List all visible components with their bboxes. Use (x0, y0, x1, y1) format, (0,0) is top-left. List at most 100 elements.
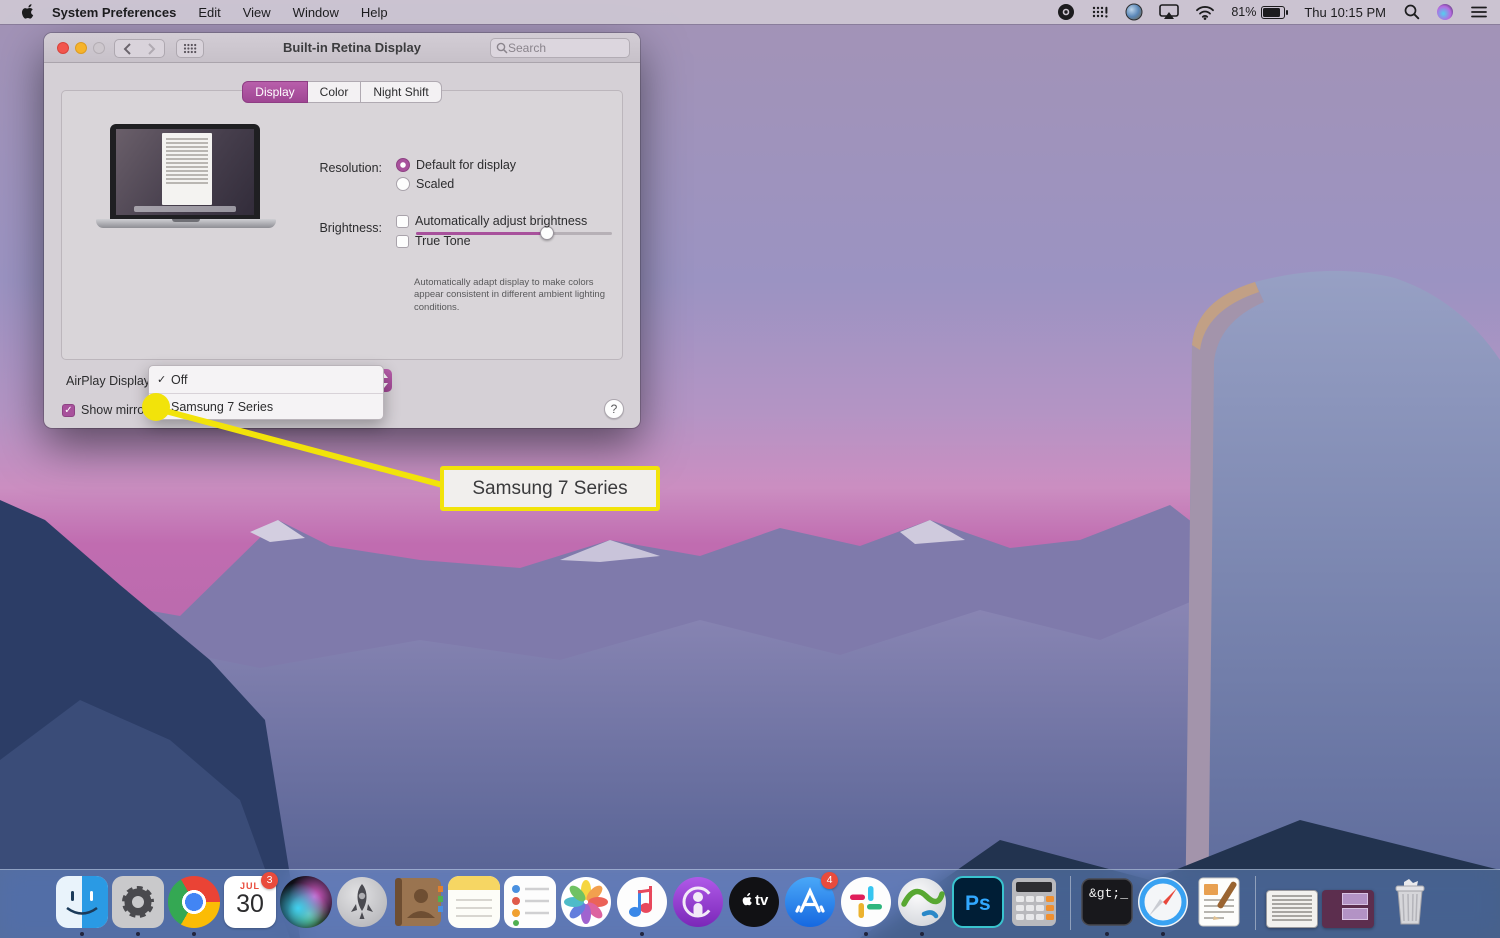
dock-calendar[interactable]: JUL 30 3 (224, 876, 276, 936)
close-button[interactable] (57, 42, 69, 54)
spotlight-icon[interactable] (1404, 4, 1420, 20)
dock-terminal[interactable]: &gt;_ (1081, 876, 1133, 936)
minimize-button[interactable] (75, 42, 87, 54)
dock-app-store[interactable]: 4 (784, 876, 836, 936)
menu-help[interactable]: Help (361, 5, 388, 20)
dock-photoshop[interactable]: Ps (952, 876, 1004, 936)
dock-minimized-document[interactable] (1266, 876, 1318, 936)
running-indicator (80, 932, 84, 936)
dock-apple-tv[interactable]: tv (728, 876, 780, 936)
svg-text:tv: tv (755, 892, 769, 909)
popup-item-off[interactable]: ✓ Off (149, 366, 383, 393)
title-bar[interactable]: Built-in Retina Display (44, 33, 640, 63)
creative-cloud-icon[interactable] (1057, 3, 1075, 21)
forward-button[interactable] (139, 39, 165, 58)
dock-podcasts[interactable] (672, 876, 724, 936)
battery-icon (1261, 6, 1288, 19)
tab-color[interactable]: Color (308, 81, 361, 103)
minimized-window-thumbnail (1322, 890, 1374, 928)
airplay-mirroring-icon[interactable] (1159, 4, 1179, 20)
checkbox-checked-icon[interactable]: ✓ (62, 404, 75, 417)
auto-brightness-checkbox[interactable]: Automatically adjust brightness (396, 214, 587, 228)
backup-dots-icon[interactable] (1091, 4, 1109, 20)
menu-edit[interactable]: Edit (198, 5, 220, 20)
running-indicator (192, 932, 196, 936)
dock-music[interactable] (616, 876, 668, 936)
dock-chrome[interactable] (168, 876, 220, 936)
popup-item-samsung[interactable]: Samsung 7 Series (149, 393, 383, 420)
radio-selected-icon[interactable] (396, 158, 410, 172)
checkmark-icon: ✓ (157, 373, 171, 386)
popup-item-samsung-label: Samsung 7 Series (171, 400, 273, 414)
back-button[interactable] (114, 39, 140, 58)
search-icon (496, 42, 508, 54)
notification-center-icon[interactable] (1470, 5, 1488, 19)
dock-calculator[interactable] (1008, 876, 1060, 936)
app-store-badge: 4 (821, 872, 838, 889)
dock-trash[interactable] (1384, 876, 1436, 936)
svg-text:Ps: Ps (965, 892, 991, 915)
menubar-clock[interactable]: Thu 10:15 PM (1304, 5, 1386, 20)
menubar-app-name[interactable]: System Preferences (52, 5, 176, 20)
dock-photos[interactable] (560, 876, 612, 936)
running-indicator (864, 932, 868, 936)
window-title: Built-in Retina Display (224, 40, 480, 55)
true-tone-label: True Tone (415, 234, 471, 248)
dock-minimized-window[interactable] (1322, 876, 1374, 936)
photos-flower-icon (560, 876, 612, 928)
launchpad-rocket-icon (336, 876, 388, 928)
display-settings-pane: Resolution: Default for display Scaled B… (61, 90, 623, 360)
slider-knob[interactable] (540, 226, 554, 240)
contacts-icon (392, 876, 444, 928)
siri-icon[interactable] (1436, 3, 1454, 21)
dock-divider (1255, 876, 1256, 930)
airplay-popup-menu: ✓ Off Samsung 7 Series (148, 365, 384, 420)
running-indicator (1105, 932, 1109, 936)
terminal-icon: &gt;_ (1081, 876, 1133, 928)
music-note-icon (616, 876, 668, 928)
apple-menu-icon[interactable] (20, 4, 34, 20)
dock-anyconnect[interactable] (896, 876, 948, 936)
true-tone-description: Automatically adapt display to make colo… (414, 277, 624, 314)
radio-unselected-icon[interactable] (396, 177, 410, 191)
slack-icon (840, 876, 892, 928)
battery-indicator[interactable]: 81% (1231, 5, 1288, 19)
checkbox-unchecked-icon[interactable] (396, 235, 409, 248)
vpn-globe-icon (896, 876, 948, 928)
checkbox-unchecked-icon[interactable] (396, 215, 409, 228)
podcasts-icon (672, 876, 724, 928)
show-all-grid-icon[interactable] (176, 39, 204, 58)
dock-siri[interactable] (280, 876, 332, 936)
dock-notes[interactable] (448, 876, 500, 936)
apple-tv-icon: tv (728, 876, 780, 928)
dock-reminders[interactable] (504, 876, 556, 936)
dock-finder[interactable] (56, 876, 108, 936)
search-input[interactable] (508, 41, 618, 55)
dock-contacts[interactable] (392, 876, 444, 936)
help-button[interactable]: ? (604, 399, 624, 419)
globe-status-icon[interactable] (1125, 3, 1143, 21)
running-indicator (136, 932, 140, 936)
tab-night-shift[interactable]: Night Shift (360, 81, 441, 103)
reminders-icon (504, 876, 556, 928)
search-field[interactable] (490, 38, 630, 58)
dock-system-preferences[interactable] (112, 876, 164, 936)
dock-launchpad[interactable] (336, 876, 388, 936)
dock-textedit[interactable] (1193, 876, 1245, 936)
tab-display[interactable]: Display (242, 81, 307, 103)
chrome-icon (168, 876, 220, 928)
wifi-icon[interactable] (1195, 5, 1215, 20)
show-mirroring-checkbox[interactable]: ✓ Show mirror (62, 403, 148, 417)
dock-safari[interactable] (1137, 876, 1189, 936)
true-tone-checkbox[interactable]: True Tone (396, 234, 471, 248)
resolution-scaled-option[interactable]: Scaled (396, 177, 454, 191)
resolution-label: Resolution: (292, 161, 382, 175)
photoshop-icon: Ps (952, 876, 1004, 928)
desktop: System Preferences Edit View Window Help… (0, 0, 1500, 938)
auto-brightness-label: Automatically adjust brightness (415, 214, 587, 228)
menu-view[interactable]: View (243, 5, 271, 20)
dock-slack[interactable] (840, 876, 892, 936)
safari-icon (1137, 876, 1189, 928)
resolution-default-option[interactable]: Default for display (396, 158, 516, 172)
menu-window[interactable]: Window (293, 5, 339, 20)
